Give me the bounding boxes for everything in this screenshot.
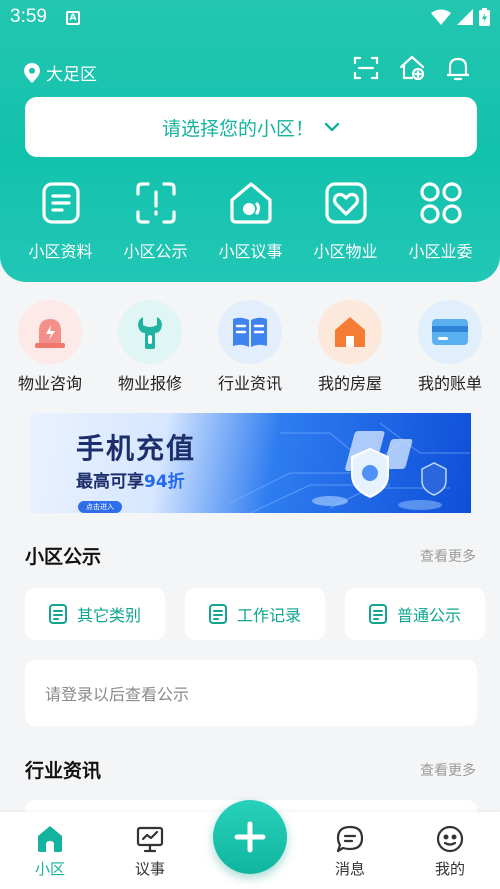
home-icon	[335, 317, 365, 347]
battery-icon	[479, 8, 490, 26]
tab-label: 我的	[434, 860, 465, 878]
service-industry-news[interactable]: 行业资讯	[200, 300, 300, 394]
banner-subtitle: 最高可享94折	[76, 467, 185, 492]
service-my-bill[interactable]: 我的账单	[400, 300, 500, 394]
service-icon-bg	[118, 300, 182, 364]
chip-work-record[interactable]: 工作记录	[185, 588, 325, 640]
community-home-icon	[38, 826, 62, 852]
service-label: 我的房屋	[317, 374, 382, 393]
chip-general-notice[interactable]: 普通公示	[345, 588, 485, 640]
chevron-down-icon	[324, 122, 340, 132]
notice-category-chips: 其它类别 工作记录 普通公示	[25, 588, 485, 640]
location-selector[interactable]: 大足区	[24, 60, 97, 85]
heart-house-icon	[324, 182, 367, 224]
house-chat-icon	[229, 182, 272, 224]
nav-community-discussion[interactable]: 小区议事	[203, 180, 298, 262]
bell-icon[interactable]	[444, 54, 472, 82]
banner-subtitle-highlight: 94折	[144, 472, 185, 492]
status-icons	[431, 8, 490, 26]
discussion-board-icon	[136, 826, 164, 853]
status-bar: 3:59 A	[0, 0, 500, 36]
notice-login-prompt[interactable]: 请登录以后查看公示	[25, 660, 477, 726]
scan-notice-icon	[135, 182, 176, 224]
community-nav: 小区资料 小区公示 小区议事 小区物业 小区业委	[0, 180, 500, 262]
tab-community[interactable]: 小区	[20, 824, 80, 879]
community-select-label: 请选择您的小区！	[161, 117, 314, 140]
tab-messages[interactable]: 消息	[320, 824, 380, 879]
nav-community-notice[interactable]: 小区公示	[108, 180, 203, 262]
wrench-icon	[138, 317, 162, 349]
nav-label: 小区议事	[218, 242, 283, 261]
nav-label: 小区业委	[408, 242, 473, 261]
add-home-icon[interactable]	[398, 54, 426, 82]
file-icon	[368, 604, 387, 624]
app-notification-icon: A	[66, 11, 80, 25]
service-icon-bg	[418, 300, 482, 364]
header-actions	[352, 54, 472, 82]
tab-discussion[interactable]: 议事	[120, 824, 180, 879]
chip-other-category[interactable]: 其它类别	[25, 588, 165, 640]
smile-face-icon	[436, 825, 464, 853]
service-label: 行业资讯	[217, 374, 282, 393]
community-select[interactable]: 请选择您的小区！	[25, 97, 477, 157]
news-more-link[interactable]: 查看更多	[420, 760, 476, 780]
service-grid: 物业咨询 物业报修 行业资讯 我的房屋 我的账单	[0, 300, 500, 394]
service-property-consult[interactable]: 物业咨询	[0, 300, 100, 394]
nav-community-property[interactable]: 小区物业	[298, 180, 393, 262]
service-icon-bg	[318, 300, 382, 364]
signal-icon	[457, 9, 473, 25]
news-section-title: 行业资讯	[25, 760, 102, 782]
promo-banner[interactable]: 手机充值 最高可享94折 点击进入	[30, 413, 471, 513]
notice-more-link[interactable]: 查看更多	[420, 546, 476, 566]
login-prompt-text: 请登录以后查看公示	[45, 685, 190, 704]
plus-icon	[234, 821, 266, 853]
banner-enter-button[interactable]: 点击进入	[78, 501, 122, 513]
service-my-house[interactable]: 我的房屋	[300, 300, 400, 394]
add-post-button[interactable]	[213, 800, 287, 874]
nav-community-data[interactable]: 小区资料	[13, 180, 108, 262]
service-icon-bg	[18, 300, 82, 364]
service-label: 物业报修	[117, 374, 182, 393]
service-property-repair[interactable]: 物业报修	[100, 300, 200, 394]
file-icon	[48, 604, 67, 624]
status-time: 3:59	[10, 6, 47, 27]
location-pin-icon	[24, 62, 40, 83]
grid-icon	[419, 182, 462, 224]
alarm-icon	[35, 319, 65, 348]
notice-section-title: 小区公示	[25, 546, 102, 568]
tab-label: 消息	[334, 860, 365, 878]
service-label: 物业咨询	[17, 374, 82, 393]
tab-label: 议事	[134, 860, 165, 878]
nav-label: 小区资料	[28, 242, 93, 261]
banner-title: 手机充值	[76, 432, 197, 465]
service-label: 我的账单	[417, 374, 482, 393]
document-icon	[41, 182, 80, 224]
wifi-icon	[431, 9, 451, 25]
location-label: 大足区	[46, 65, 97, 85]
nav-label: 小区公示	[123, 242, 188, 261]
chat-bubble-icon	[336, 825, 364, 853]
chip-label: 普通公示	[396, 606, 461, 625]
nav-label: 小区物业	[313, 242, 378, 261]
tab-mine[interactable]: 我的	[420, 824, 480, 879]
nav-community-committee[interactable]: 小区业委	[393, 180, 488, 262]
file-icon	[208, 604, 227, 624]
book-icon	[233, 317, 267, 347]
scan-icon[interactable]	[352, 54, 380, 82]
card-icon	[432, 319, 468, 345]
chip-label: 其它类别	[76, 606, 141, 625]
chip-label: 工作记录	[236, 606, 301, 625]
banner-subtitle-prefix: 最高可享	[76, 472, 144, 492]
tab-label: 小区	[34, 860, 65, 878]
service-icon-bg	[218, 300, 282, 364]
